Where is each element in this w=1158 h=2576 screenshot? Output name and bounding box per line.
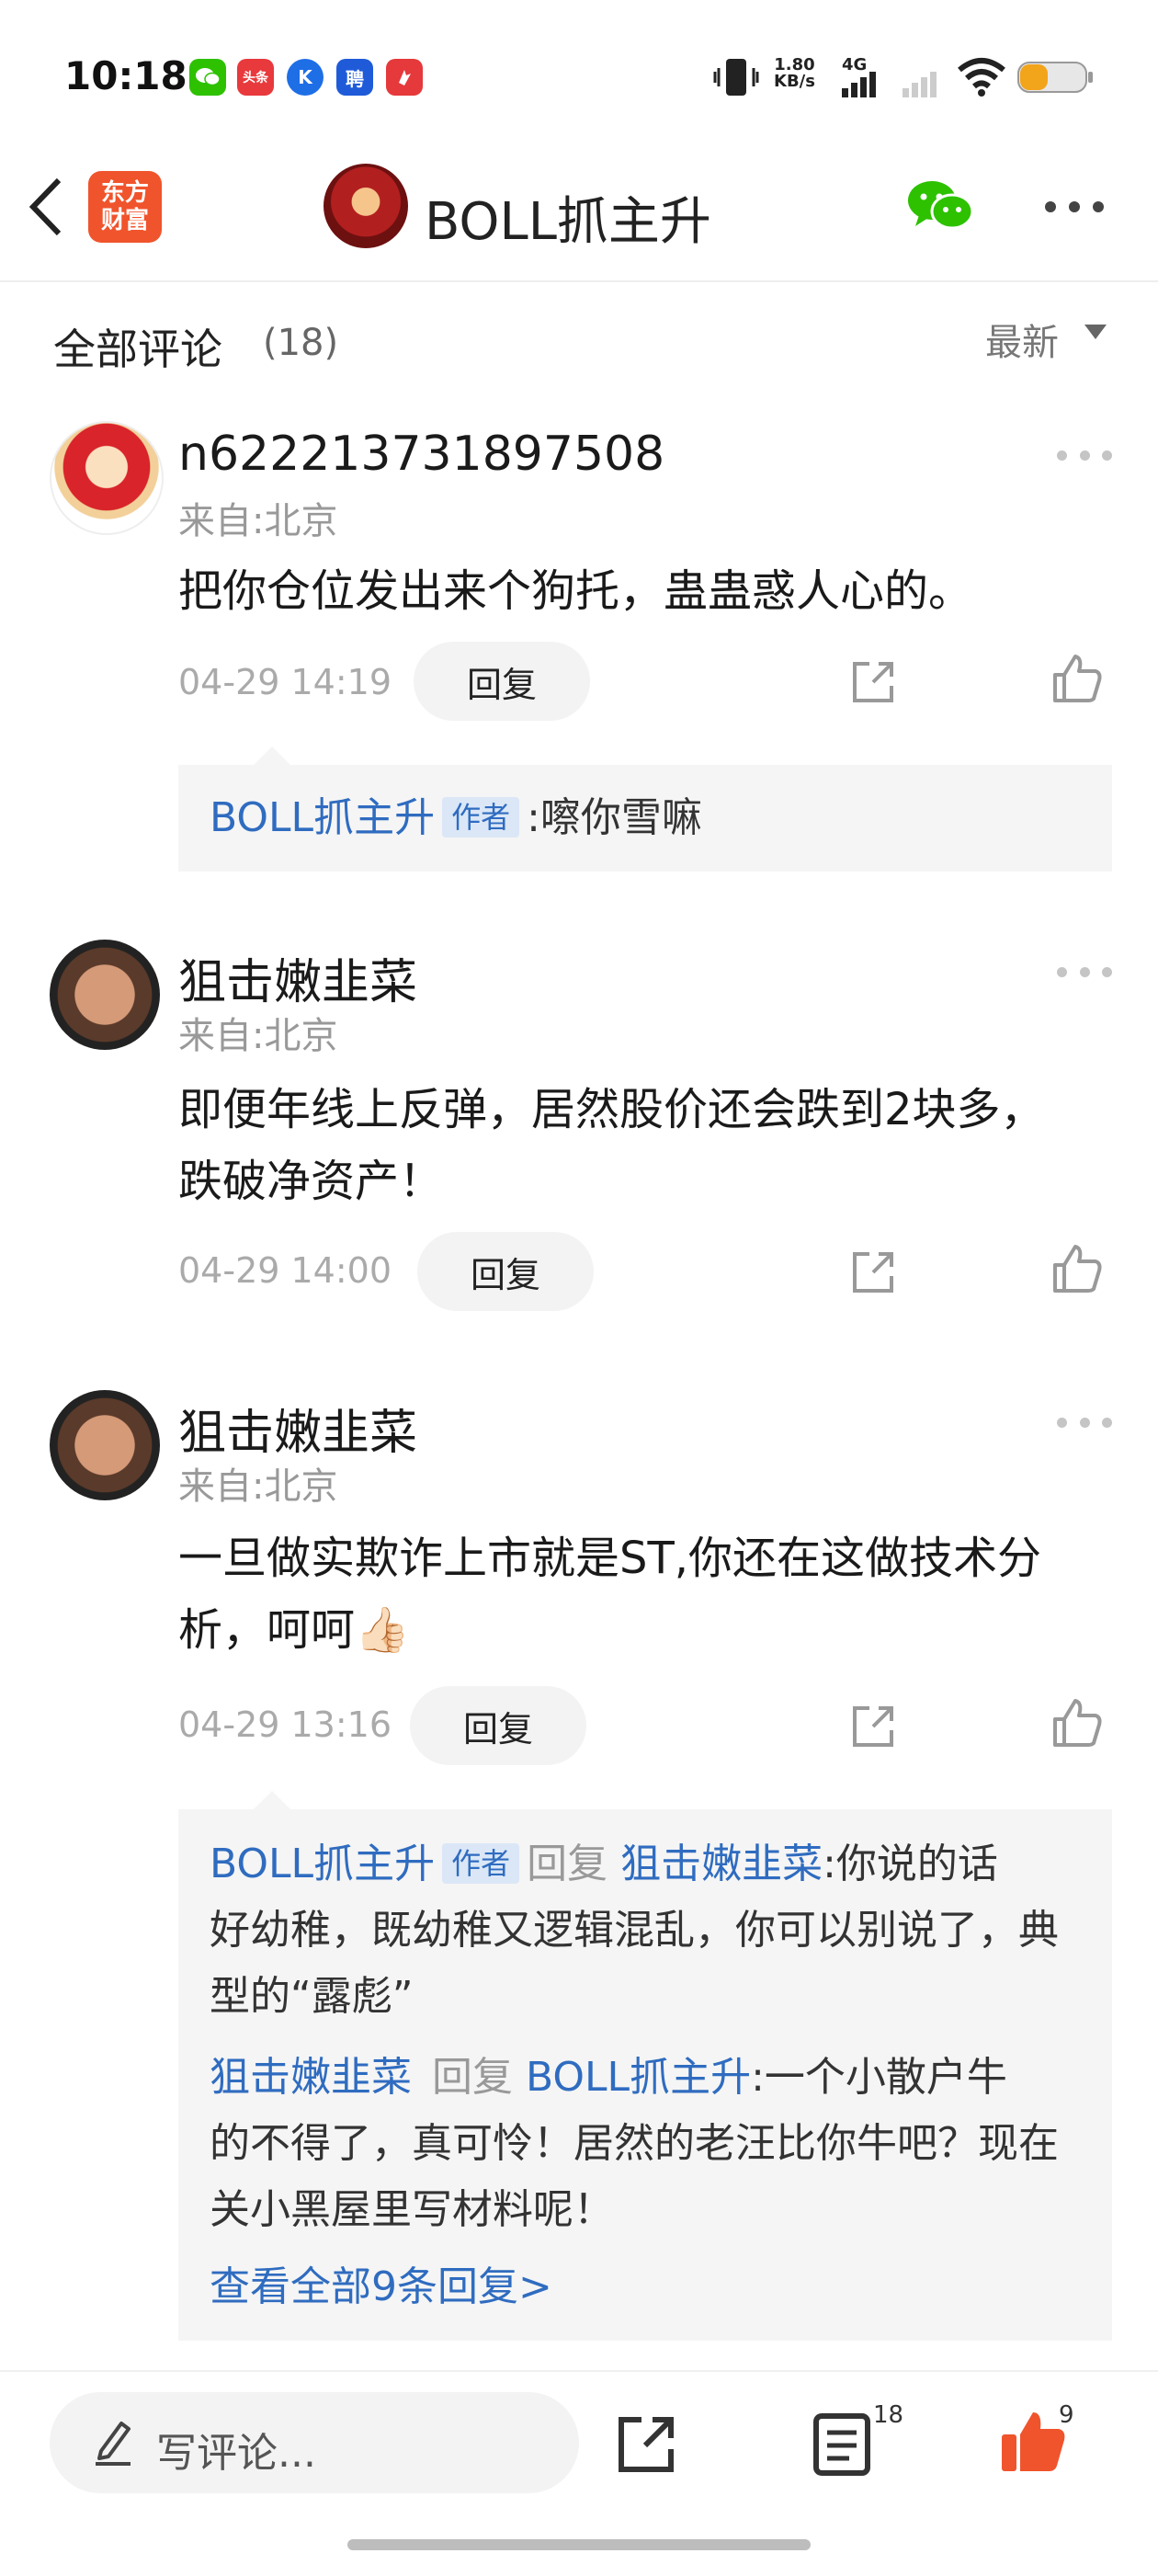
like-icon[interactable] (1051, 1243, 1103, 1294)
comment-time: 04-29 14:19 (178, 662, 392, 702)
comment-location: 来自:北京 (178, 1015, 338, 1057)
comment-username[interactable]: 狙击嫩韭菜 (178, 943, 417, 1012)
reply-content: 好幼稚，既幼稚又逻辑混乱，你可以别说了，典 (210, 1907, 1059, 1954)
reply-button[interactable]: 回复 (414, 642, 590, 721)
status-bar: 10:18 头条 K 聘 1.80 KB/s 4G (0, 0, 1158, 156)
reply-word: 回复 (527, 1841, 608, 1887)
view-all-replies-link[interactable]: 查看全部9条回复> (210, 2254, 1083, 2320)
like-badge: 9 (1059, 2401, 1074, 2429)
net-speed: 1.80 KB/s (774, 55, 815, 91)
eastmoney-logo[interactable]: 东方 财富 (88, 171, 162, 243)
all-comments-title: 全部评论 (53, 325, 222, 374)
comment-location: 来自:北京 (178, 1465, 338, 1508)
app-icon-red (386, 59, 423, 96)
more-icon[interactable] (1057, 967, 1112, 980)
like-icon[interactable] (1051, 1697, 1103, 1749)
comment-count: (18) (263, 322, 339, 364)
reply-line: BOLL抓主升 作者 回复 狙击嫩韭菜:你说的话 好幼稚，既幼稚又逻辑混乱，你可以别… (210, 1831, 1083, 2030)
avatar[interactable] (50, 940, 160, 1050)
reply-content: :你说的话 (823, 1841, 998, 1887)
reply-button[interactable]: 回复 (417, 1232, 594, 1311)
wechat-share-icon[interactable] (906, 177, 976, 235)
reply-box: BOLL抓主升 作者 回复 狙击嫩韭菜:你说的话 好幼稚，既幼稚又逻辑混乱，你可以别… (178, 1791, 1112, 2341)
sort-caret-icon[interactable] (1084, 325, 1107, 339)
more-options-icon[interactable] (1044, 200, 1105, 213)
reply-target[interactable]: BOLL抓主升 (526, 2054, 751, 2101)
reply-target[interactable]: 狙击嫩韭菜 (620, 1841, 823, 1887)
comment-input-placeholder: 写评论... (156, 2430, 316, 2477)
reply-user[interactable]: BOLL抓主升 (210, 794, 435, 841)
wechat-icon (189, 59, 226, 96)
comment-text: 即便年线上反弹，居然股价还会跌到2块多， 跌破净资产！ (178, 1084, 1045, 1207)
reply-content: 型的“露彪” (210, 1973, 414, 2020)
like-icon[interactable] (1051, 653, 1103, 704)
sort-selector[interactable]: 最新 (985, 313, 1059, 366)
battery-icon (1017, 62, 1093, 93)
kuaishou-icon: K (287, 59, 324, 96)
zhaopin-icon: 聘 (336, 59, 373, 96)
reply-user[interactable]: 狙击嫩韭菜 (210, 2054, 412, 2101)
page-title: BOLL抓主升 (425, 192, 711, 252)
more-icon[interactable] (1057, 450, 1112, 463)
comments-badge: 18 (873, 2401, 904, 2429)
comment-text: 一旦做实欺诈上市就是ST,你还在这做技术分 析，呵呵👍🏻 (178, 1533, 1042, 1656)
nav-avatar[interactable] (324, 164, 408, 248)
more-icon[interactable] (1057, 1418, 1112, 1430)
comments-icon[interactable] (812, 2412, 871, 2477)
signal-icon (842, 72, 937, 97)
reply-line: 狙击嫩韭菜 回复 BOLL抓主升:一个小散户牛 的不得了，真可怜！居然的老汪比你… (210, 2045, 1083, 2243)
reply-button[interactable]: 回复 (410, 1686, 586, 1765)
status-time: 10:18 (64, 53, 187, 98)
vibrate-icon (713, 59, 759, 96)
avatar[interactable] (50, 421, 164, 535)
comment-username[interactable]: n622213731897508 (178, 427, 664, 482)
comment-text: 把你仓位发出来个狗托，蛊蛊惑人心的。 (178, 565, 973, 617)
reply-box: BOLL抓主升 作者:嚓你雪嘛 (178, 747, 1112, 872)
pencil-icon (96, 2422, 131, 2466)
reply-word: 回复 (432, 2054, 513, 2101)
reply-content: 关小黑屋里写材料呢！ (210, 2186, 614, 2233)
comment-time: 04-29 14:00 (178, 1250, 392, 1291)
share-icon[interactable] (849, 1248, 897, 1296)
toutiao-icon: 头条 (237, 59, 274, 96)
avatar[interactable] (50, 1390, 160, 1500)
reply-user[interactable]: BOLL抓主升 (210, 1841, 435, 1887)
wifi-icon (958, 58, 1005, 97)
back-icon[interactable] (24, 175, 68, 239)
home-indicator[interactable] (347, 2539, 811, 2550)
comment-time: 04-29 13:16 (178, 1704, 392, 1745)
reply-content: :一个小散户牛 (751, 2054, 1007, 2101)
reply-content: 的不得了，真可怜！居然的老汪比你牛吧？现在 (210, 2120, 1059, 2167)
author-tag: 作者 (442, 797, 520, 838)
reply-line: BOLL抓主升 作者:嚓你雪嘛 (210, 785, 1083, 851)
share-icon[interactable] (849, 658, 897, 706)
reply-content: :嚓你雪嘛 (527, 794, 702, 841)
share-icon[interactable] (614, 2412, 678, 2477)
share-icon[interactable] (849, 1703, 897, 1750)
like-filled-icon[interactable] (1000, 2407, 1068, 2475)
comment-location: 来自:北京 (178, 500, 338, 542)
comment-username[interactable]: 狙击嫩韭菜 (178, 1394, 417, 1463)
author-tag: 作者 (442, 1843, 520, 1884)
